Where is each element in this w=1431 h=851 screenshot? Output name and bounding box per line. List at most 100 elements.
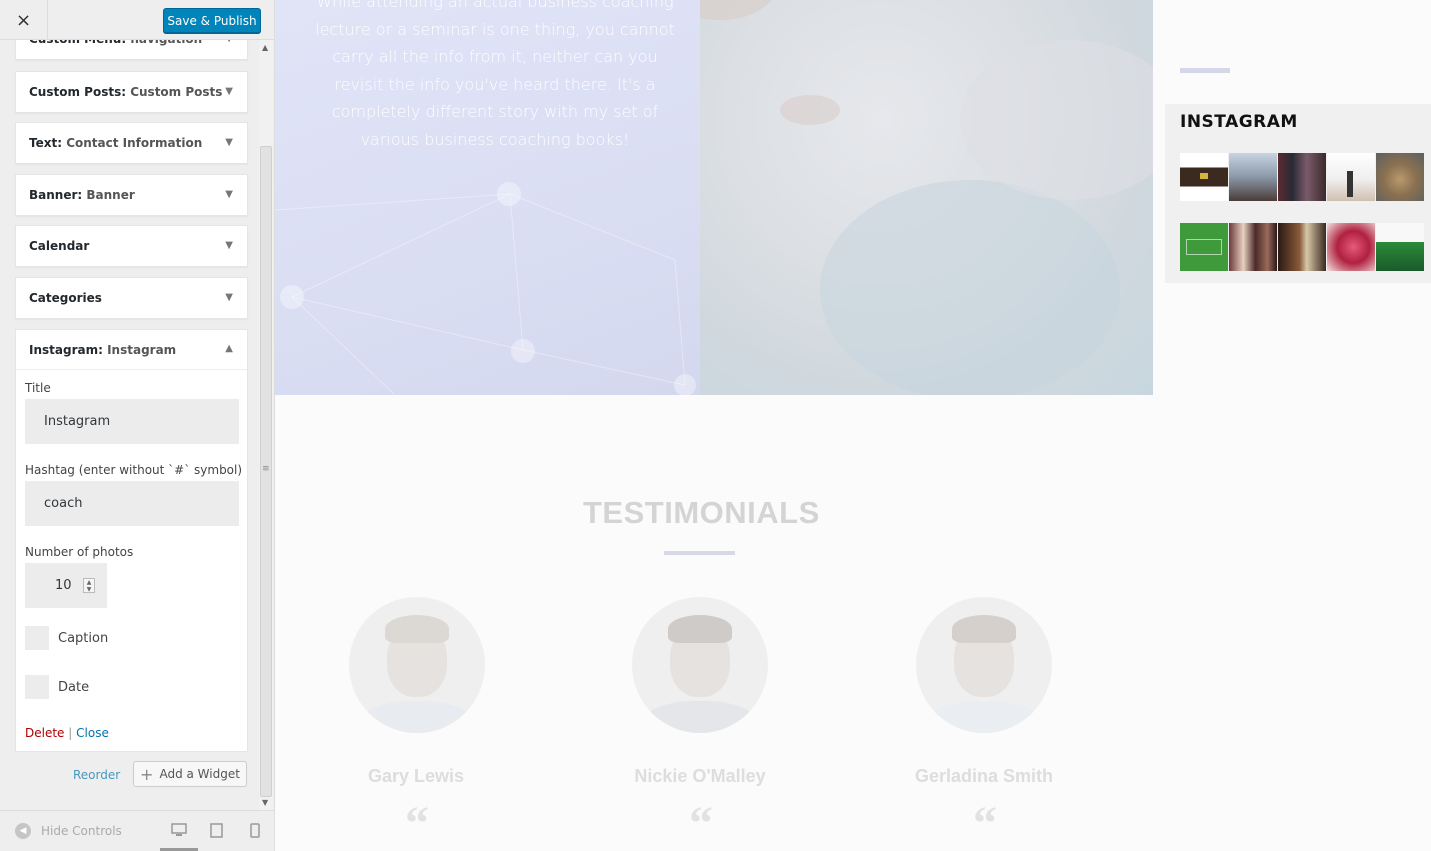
widget-categories[interactable]: Categories ▼ [15,277,248,319]
widget-instagram-open: Instagram: Instagram ▲ Title Instagram H… [15,329,248,752]
widget-type: Categories [29,291,102,305]
testimonials-underline [664,551,735,555]
avatar-hair [668,615,732,643]
close-link[interactable]: Close [76,726,109,740]
network-node [280,285,304,309]
collapse-icon: ◀ [15,823,31,839]
date-label: Date [58,680,90,695]
avatar-hair [385,615,449,643]
testimonial-name: Gary Lewis [367,766,465,786]
caption-checkbox[interactable] [25,626,49,650]
sidebar-accent-line [1180,68,1230,73]
mobile-icon[interactable] [250,823,260,838]
testimonial-name: Nickie O'Malley [634,766,766,786]
caption-label: Caption [58,631,109,646]
hero-image [700,0,1153,395]
widget-type: Text: [29,136,63,150]
hashtag-label: Hashtag (enter without `#` symbol) [25,463,243,477]
chevron-down-icon[interactable]: ▼ [225,189,233,200]
customizer-sidebar: × Save & Publish Custom Menu: navigation… [0,0,275,851]
chevron-down-icon[interactable]: ▼ [225,40,233,44]
spinner-icon[interactable]: ▲ ▼ [83,578,95,593]
reorder-link[interactable]: Reorder [73,768,120,782]
network-node [674,374,696,395]
hide-controls-label: Hide Controls [41,824,122,838]
instagram-photo[interactable] [1376,153,1424,201]
hashtag-input[interactable]: coach [25,481,239,526]
avatar [632,597,768,733]
close-icon[interactable]: × [0,0,48,40]
finger-shape [780,95,840,125]
scroll-up-icon[interactable]: ▲ [262,43,268,52]
avatar [349,597,485,733]
instagram-photo[interactable] [1327,153,1375,201]
denim-fold [960,40,1153,200]
widget-actions: Delete | Close [25,726,109,740]
add-widget-label: Add a Widget [159,767,240,781]
instagram-photo[interactable] [1376,223,1424,271]
photos-number-input[interactable]: 10 ▲ ▼ [25,563,107,608]
instagram-widget: INSTAGRAM [1165,104,1431,283]
chevron-down-icon[interactable]: ▼ [225,240,233,251]
widget-calendar[interactable]: Calendar ▼ [15,225,248,267]
testimonials-heading: TESTIMONIALS [583,495,820,530]
widget-name: navigation [130,40,202,46]
widget-custom-posts[interactable]: Custom Posts: Custom Posts ▼ [15,71,248,113]
add-widget-button[interactable]: + Add a Widget [133,761,247,787]
testimonial-name: Gerladina Smith [914,766,1054,786]
instagram-photo[interactable] [1278,223,1326,271]
widget-instagram-header[interactable]: Instagram: Instagram ▲ [16,330,247,370]
save-publish-button[interactable]: Save & Publish [163,8,261,33]
avatar-hair [952,615,1016,643]
tablet-icon[interactable] [210,823,223,838]
hide-controls-button[interactable]: ◀ Hide Controls [15,823,122,839]
quote-icon: “ [405,797,429,850]
widget-type: Custom Menu: [29,40,126,46]
hero-text-panel: While attending an actual business coach… [275,0,700,395]
chevron-down-icon[interactable]: ▼ [225,292,233,303]
instagram-title: INSTAGRAM [1180,112,1298,132]
avatar-shoulders [359,701,475,733]
hand-shape [700,0,780,20]
instagram-photo[interactable] [1278,153,1326,201]
widget-banner[interactable]: Banner: Banner ▼ [15,174,248,216]
widget-type: Calendar [29,239,90,253]
widget-text-contact[interactable]: Text: Contact Information ▼ [15,122,248,164]
widget-type: Instagram: [29,343,103,357]
photos-label: Number of photos [25,545,134,559]
instagram-photo[interactable] [1229,223,1277,271]
chevron-down-icon[interactable]: ▼ [225,137,233,148]
widget-name: Banner [86,188,135,202]
date-checkbox[interactable] [25,675,49,699]
widget-name: Custom Posts [130,85,223,99]
network-node [511,339,535,363]
widget-custom-menu[interactable]: Custom Menu: navigation ▼ [15,40,248,60]
customizer-header: × Save & Publish [0,0,274,40]
desktop-icon[interactable] [171,823,187,837]
title-label: Title [25,381,51,395]
avatar-shoulders [642,701,758,733]
customizer-footer: ◀ Hide Controls [0,810,274,851]
site-preview: While attending an actual business coach… [275,0,1431,851]
instagram-photo[interactable] [1180,223,1228,271]
widget-type: Custom Posts: [29,85,127,99]
action-separator: | [68,726,73,740]
widget-type: Banner: [29,188,83,202]
scroll-down-icon[interactable]: ▼ [262,798,268,807]
title-input[interactable]: Instagram [25,399,239,444]
instagram-photo[interactable] [1180,153,1228,201]
widget-name: Instagram [107,343,177,357]
denim-fold [820,180,1120,395]
widget-name: Contact Information [66,136,203,150]
plus-icon: + [140,764,154,784]
hero-paragraph: While attending an actual business coach… [315,0,675,149]
avatar-shoulders [926,701,1042,733]
scroll-grip-icon: ≡ [262,464,270,474]
avatar [916,597,1052,733]
delete-link[interactable]: Delete [25,726,64,740]
instagram-photo[interactable] [1327,223,1375,271]
instagram-photo[interactable] [1229,153,1277,201]
quote-icon: “ [973,797,997,850]
chevron-up-icon[interactable]: ▲ [225,343,233,354]
chevron-down-icon[interactable]: ▼ [225,86,233,97]
